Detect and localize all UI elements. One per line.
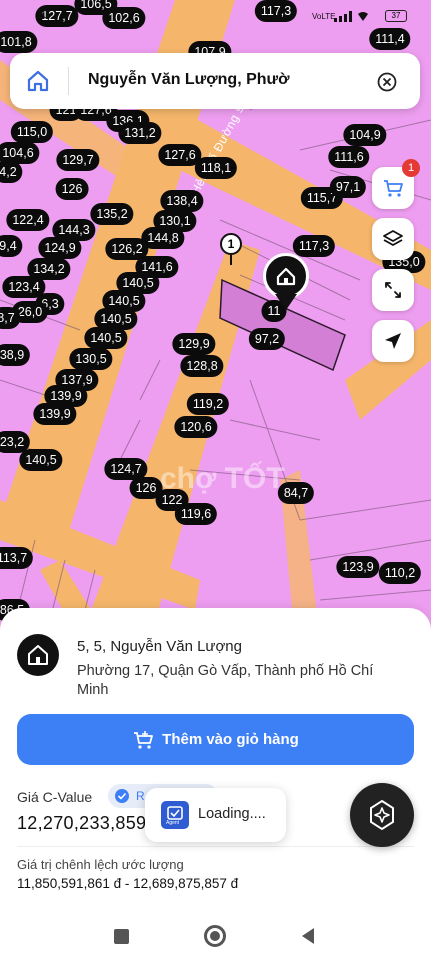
- parcel-value-label[interactable]: 122,4: [6, 209, 50, 231]
- property-home-icon: [17, 634, 59, 676]
- property-address-line1: 5, 5, Nguyễn Văn Lượng: [77, 638, 242, 655]
- layers-icon: [383, 230, 403, 246]
- parcel-value-label[interactable]: 97,1: [329, 176, 367, 198]
- parcel-value-label[interactable]: 120,6: [174, 416, 218, 438]
- map-view[interactable]: Hẻm số Đường số 2 127,7 106,5 102,6 117,3 11…: [0, 0, 431, 640]
- loading-toast: Agent Loading....: [145, 788, 286, 842]
- cart-button[interactable]: 1: [372, 159, 420, 209]
- parcel-value-label[interactable]: 119,2: [186, 393, 230, 415]
- range-label: Giá trị chênh lệch ước lượng: [17, 857, 184, 872]
- recents-icon[interactable]: [114, 929, 129, 944]
- parcel-value-label[interactable]: 119,6: [174, 503, 218, 525]
- cvalue-label: Giá C-Value: [17, 789, 93, 805]
- verified-icon: [115, 789, 129, 803]
- property-sheet: 5, 5, Nguyễn Văn Lượng Phường 17, Quận G…: [0, 608, 431, 960]
- expand-icon: [385, 282, 401, 298]
- system-nav-bar: [0, 915, 431, 960]
- pin-tail: [230, 255, 232, 265]
- watermark: chợ TỐT: [160, 462, 285, 495]
- parcel-value-label[interactable]: 111,6: [328, 146, 370, 168]
- back-icon[interactable]: [300, 927, 316, 945]
- parcel-value-label[interactable]: 131,2: [118, 122, 162, 144]
- home-nav-dot: [210, 931, 220, 941]
- divider: [17, 846, 414, 847]
- parcel-value-label[interactable]: 118,1: [194, 157, 238, 179]
- signal-icon: [334, 11, 368, 22]
- parcel-value-label[interactable]: 139,9: [33, 403, 77, 425]
- parcel-value-label[interactable]: 110,2: [378, 562, 422, 584]
- home-marker-icon[interactable]: [263, 253, 309, 299]
- status-time: 10: [36, 7, 50, 21]
- search-divider: [68, 67, 69, 95]
- close-circle-icon[interactable]: [376, 71, 398, 93]
- property-address-line2: Phường 17, Quận Gò Vấp, Thành phố Hồ Chí…: [77, 663, 374, 698]
- sparkle-icon: [370, 799, 394, 831]
- home-marker-tail: [275, 294, 297, 310]
- parcel-value-label[interactable]: 135,2: [90, 203, 134, 225]
- agent-logo-icon: Agent: [161, 801, 189, 829]
- parcel-value-label[interactable]: 124,9: [38, 237, 82, 259]
- agent-logo-text: Agent: [166, 820, 180, 826]
- add-to-cart-label: Thêm vào giỏ hàng: [162, 731, 299, 748]
- search-input[interactable]: Nguyễn Văn Lượng, Phườ: [88, 71, 289, 89]
- expand-button[interactable]: [372, 269, 414, 311]
- parcel-value-label[interactable]: 117,3: [292, 235, 336, 257]
- navigation-arrow-icon: [385, 333, 401, 349]
- home-nav-icon[interactable]: [204, 925, 226, 947]
- cart-badge: 1: [402, 159, 420, 177]
- parcel-value-label[interactable]: 38,9: [0, 344, 31, 366]
- locate-button[interactable]: [372, 320, 414, 362]
- parcel-value-label[interactable]: 130,5: [69, 348, 113, 370]
- parcel-value-label[interactable]: 115,0: [10, 121, 54, 143]
- cart-icon: [384, 180, 403, 197]
- search-bar[interactable]: Nguyễn Văn Lượng, Phườ: [10, 53, 420, 109]
- battery-level: 37: [391, 11, 401, 20]
- parcel-value-label[interactable]: 113,7: [0, 547, 34, 569]
- pin-number-label: 1: [227, 237, 235, 251]
- parcel-value-label[interactable]: 129,9: [172, 333, 216, 355]
- ai-assistant-button[interactable]: [350, 783, 414, 847]
- cvalue-badge-label: R: [136, 789, 145, 803]
- home-outline-icon[interactable]: [24, 67, 52, 95]
- range-value: 11,850,591,861 đ - 12,689,875,857 đ: [17, 876, 239, 891]
- parcel-value-label[interactable]: 101,8: [0, 31, 38, 53]
- add-cart-icon: [134, 730, 154, 749]
- map-pin-number[interactable]: 1: [220, 233, 242, 255]
- parcel-value-label[interactable]: 128,8: [180, 355, 224, 377]
- parcel-value-label[interactable]: 129,7: [56, 149, 100, 171]
- battery-icon: 37: [385, 10, 407, 22]
- parcel-value-label[interactable]: 140,5: [84, 327, 128, 349]
- parcel-value-label[interactable]: 126: [55, 178, 89, 200]
- loading-text: Loading....: [198, 806, 266, 822]
- cvalue-amount: 12,270,233,859: [17, 813, 147, 833]
- parcel-value-label[interactable]: 111,4: [369, 28, 411, 50]
- parcel-value-label[interactable]: 138,4: [160, 190, 204, 212]
- parcel-value-label[interactable]: 140,5: [19, 449, 63, 471]
- parcel-value-label[interactable]: 123,9: [336, 556, 380, 578]
- parcel-value-label[interactable]: 97,2: [248, 328, 286, 350]
- layers-button[interactable]: [372, 218, 414, 260]
- parcel-value-label[interactable]: 104,9: [343, 124, 387, 146]
- status-bar: 10 VoLTE 37: [0, 0, 431, 28]
- add-to-cart-button[interactable]: Thêm vào giỏ hàng: [17, 714, 414, 765]
